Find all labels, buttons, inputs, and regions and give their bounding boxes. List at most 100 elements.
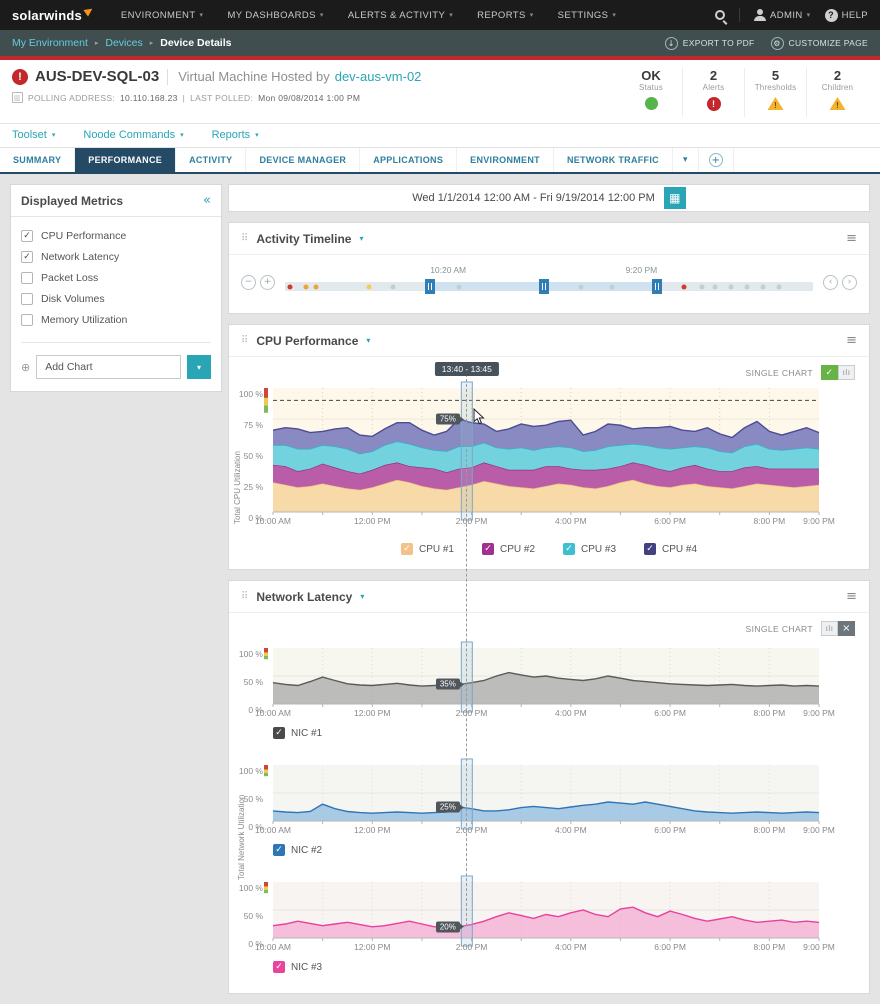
stat-status[interactable]: OK Status bbox=[620, 68, 682, 117]
drag-handle-icon[interactable]: ⠿ bbox=[241, 233, 248, 244]
legend-checkbox[interactable]: ✓ bbox=[273, 727, 285, 739]
legend-checkbox[interactable]: ✓ bbox=[644, 543, 656, 555]
tab-performance[interactable]: PERFORMANCE bbox=[75, 148, 176, 172]
panel-caret-icon[interactable]: ▾ bbox=[359, 234, 363, 243]
top-nav-right: ADMIN ▾ ? HELP bbox=[715, 8, 868, 22]
divider bbox=[739, 8, 740, 22]
timeline-zoom-in-button[interactable]: + bbox=[260, 275, 275, 290]
tab-device-manager[interactable]: DEVICE MANAGER bbox=[246, 148, 360, 172]
panel-caret-icon[interactable]: ▾ bbox=[366, 336, 370, 345]
checkbox[interactable]: ✓ bbox=[21, 314, 33, 326]
nav-settings[interactable]: SETTINGS▾ bbox=[558, 10, 617, 21]
timeline-event-dot bbox=[700, 284, 705, 289]
nav-environment[interactable]: ENVIRONMENT▾ bbox=[121, 10, 204, 21]
timeline-prev-button[interactable]: ‹ bbox=[823, 275, 838, 290]
timeline-selection-handle[interactable] bbox=[652, 279, 662, 294]
timeline-zoom-out-button[interactable]: − bbox=[241, 275, 256, 290]
tab-applications[interactable]: APPLICATIONS bbox=[360, 148, 457, 172]
node-commands-menu[interactable]: Noode Commands▾ bbox=[83, 129, 183, 141]
nav-reports[interactable]: REPORTS▾ bbox=[477, 10, 533, 21]
legend-item[interactable]: ✓CPU #2 bbox=[482, 543, 535, 555]
cpu-performance-chart[interactable]: 100 %75 %50 %25 %0 %13:40 - 13:4575%10:0… bbox=[229, 388, 869, 529]
add-chart-dropdown-button[interactable]: ▾ bbox=[187, 355, 211, 379]
timeline-cluster-marker[interactable] bbox=[539, 279, 549, 294]
legend-label: NIC #1 bbox=[291, 728, 322, 739]
stat-label: Status bbox=[624, 83, 678, 92]
legend-item[interactable]: ✓CPU #3 bbox=[563, 543, 616, 555]
timeline-track[interactable] bbox=[285, 282, 813, 291]
breadcrumb-my-environment[interactable]: My Environment bbox=[12, 37, 88, 49]
toolset-menu[interactable]: Toolset▾ bbox=[12, 129, 55, 141]
x-axis-ticks: 10:00 AM12:00 PM2:00 PM4:00 PM6:00 PM8:0… bbox=[273, 825, 819, 838]
legend-checkbox[interactable]: ✓ bbox=[273, 961, 285, 973]
metric-packet-loss[interactable]: ✓ Packet Loss bbox=[21, 267, 211, 288]
metric-memory-utilization[interactable]: ✓ Memory Utilization bbox=[21, 309, 211, 330]
stat-thresholds[interactable]: 5 Thresholds ! bbox=[744, 68, 806, 117]
metric-disk-volumes[interactable]: ✓ Disk Volumes bbox=[21, 288, 211, 309]
nic1-chart[interactable]: 100 %50 %0 %35%10:00 AM12:00 PM2:00 PM4:… bbox=[229, 648, 869, 721]
legend-checkbox[interactable]: ✓ bbox=[401, 543, 413, 555]
checkbox[interactable]: ✓ bbox=[21, 272, 33, 284]
nic3-chart[interactable]: 100 %50 %0 %20%10:00 AM12:00 PM2:00 PM4:… bbox=[229, 882, 869, 955]
add-tab-button[interactable]: + bbox=[699, 148, 734, 172]
nic1-legend: ✓ NIC #1 bbox=[273, 727, 869, 741]
legend-checkbox[interactable]: ✓ bbox=[563, 543, 575, 555]
x-tick-label: 2:00 PM bbox=[456, 825, 488, 835]
chart-plot[interactable]: 35% bbox=[273, 648, 819, 704]
toolset-label: Toolset bbox=[12, 129, 47, 141]
drag-handle-icon[interactable]: ⠿ bbox=[241, 591, 248, 602]
stat-alerts[interactable]: 2 Alerts ! bbox=[682, 68, 744, 117]
checkbox[interactable]: ✓ bbox=[21, 293, 33, 305]
metric-cpu-performance[interactable]: ✓ CPU Performance bbox=[21, 225, 211, 246]
legend-checkbox[interactable]: ✓ bbox=[273, 844, 285, 856]
stat-children[interactable]: 2 Children ! bbox=[806, 68, 868, 117]
checkbox[interactable]: ✓ bbox=[21, 230, 33, 242]
single-chart-toggle[interactable]: ✓ ılı bbox=[821, 365, 855, 380]
chart-plot[interactable]: 25% bbox=[273, 765, 819, 821]
mouse-cursor-icon bbox=[473, 408, 485, 430]
legend-item[interactable]: ✓CPU #4 bbox=[644, 543, 697, 555]
tabs-overflow-button[interactable]: ▾ bbox=[673, 148, 699, 172]
legend-item[interactable]: ✓ NIC #2 bbox=[273, 844, 322, 856]
add-chart-select[interactable]: Add Chart bbox=[36, 355, 181, 379]
chart-plot[interactable]: 20% bbox=[273, 882, 819, 938]
legend-label: NIC #2 bbox=[291, 845, 322, 856]
nic2-chart[interactable]: 100 %50 %0 %25%10:00 AM12:00 PM2:00 PM4:… bbox=[229, 765, 869, 838]
customize-page-button[interactable]: ⚙ CUSTOMIZE PAGE bbox=[771, 37, 868, 50]
nav-alerts-activity[interactable]: ALERTS & ACTIVITY▾ bbox=[348, 10, 453, 21]
solarwinds-logo[interactable]: solarwinds bbox=[12, 8, 93, 23]
panel-menu-icon[interactable]: ≡ bbox=[846, 589, 857, 604]
tab-environment[interactable]: ENVIRONMENT bbox=[457, 148, 554, 172]
reports-menu[interactable]: Reports▾ bbox=[212, 129, 259, 141]
legend-item[interactable]: ✓NIC #3 bbox=[273, 961, 322, 973]
collapse-sidebar-button[interactable]: « bbox=[203, 193, 211, 208]
panel-caret-icon[interactable]: ▾ bbox=[360, 592, 364, 601]
single-chart-toggle[interactable]: ılı × bbox=[821, 621, 855, 636]
timeline-next-button[interactable]: › bbox=[842, 275, 857, 290]
tab-summary[interactable]: SUMMARY bbox=[0, 148, 75, 172]
timeline-selection-handle[interactable] bbox=[425, 279, 435, 294]
checkbox[interactable]: ✓ bbox=[21, 251, 33, 263]
drag-handle-icon[interactable]: ⠿ bbox=[241, 335, 248, 346]
help-menu[interactable]: ? HELP bbox=[825, 9, 868, 22]
tab-activity[interactable]: ACTIVITY bbox=[176, 148, 246, 172]
export-to-pdf-button[interactable]: ↓ EXPORT TO PDF bbox=[665, 37, 755, 50]
breadcrumb-devices[interactable]: Devices bbox=[105, 37, 142, 49]
admin-menu[interactable]: ADMIN ▾ bbox=[754, 9, 811, 21]
chart-plot[interactable]: 13:40 - 13:4575% bbox=[273, 388, 819, 512]
legend-checkbox[interactable]: ✓ bbox=[482, 543, 494, 555]
polling-address-value: 10.110.168.23 bbox=[120, 93, 178, 103]
metric-label: Disk Volumes bbox=[41, 293, 105, 305]
page: solarwinds ENVIRONMENT▾ MY DASHBOARDS▾ A… bbox=[0, 0, 880, 1000]
host-link[interactable]: dev-aus-vm-02 bbox=[335, 69, 422, 84]
calendar-button[interactable]: ▦ bbox=[664, 187, 686, 209]
legend-item[interactable]: ✓CPU #1 bbox=[401, 543, 454, 555]
cpu-legend: ✓CPU #1 ✓CPU #2 ✓CPU #3 ✓CPU #4 bbox=[229, 543, 869, 557]
nav-my-dashboards[interactable]: MY DASHBOARDS▾ bbox=[227, 10, 323, 21]
legend-item[interactable]: ✓ NIC #1 bbox=[273, 727, 322, 739]
search-button[interactable] bbox=[715, 10, 725, 20]
panel-menu-icon[interactable]: ≡ bbox=[846, 231, 857, 246]
panel-menu-icon[interactable]: ≡ bbox=[846, 333, 857, 348]
metric-network-latency[interactable]: ✓ Network Latency bbox=[21, 246, 211, 267]
tab-network-traffic[interactable]: NETWORK TRAFFIC bbox=[554, 148, 673, 172]
